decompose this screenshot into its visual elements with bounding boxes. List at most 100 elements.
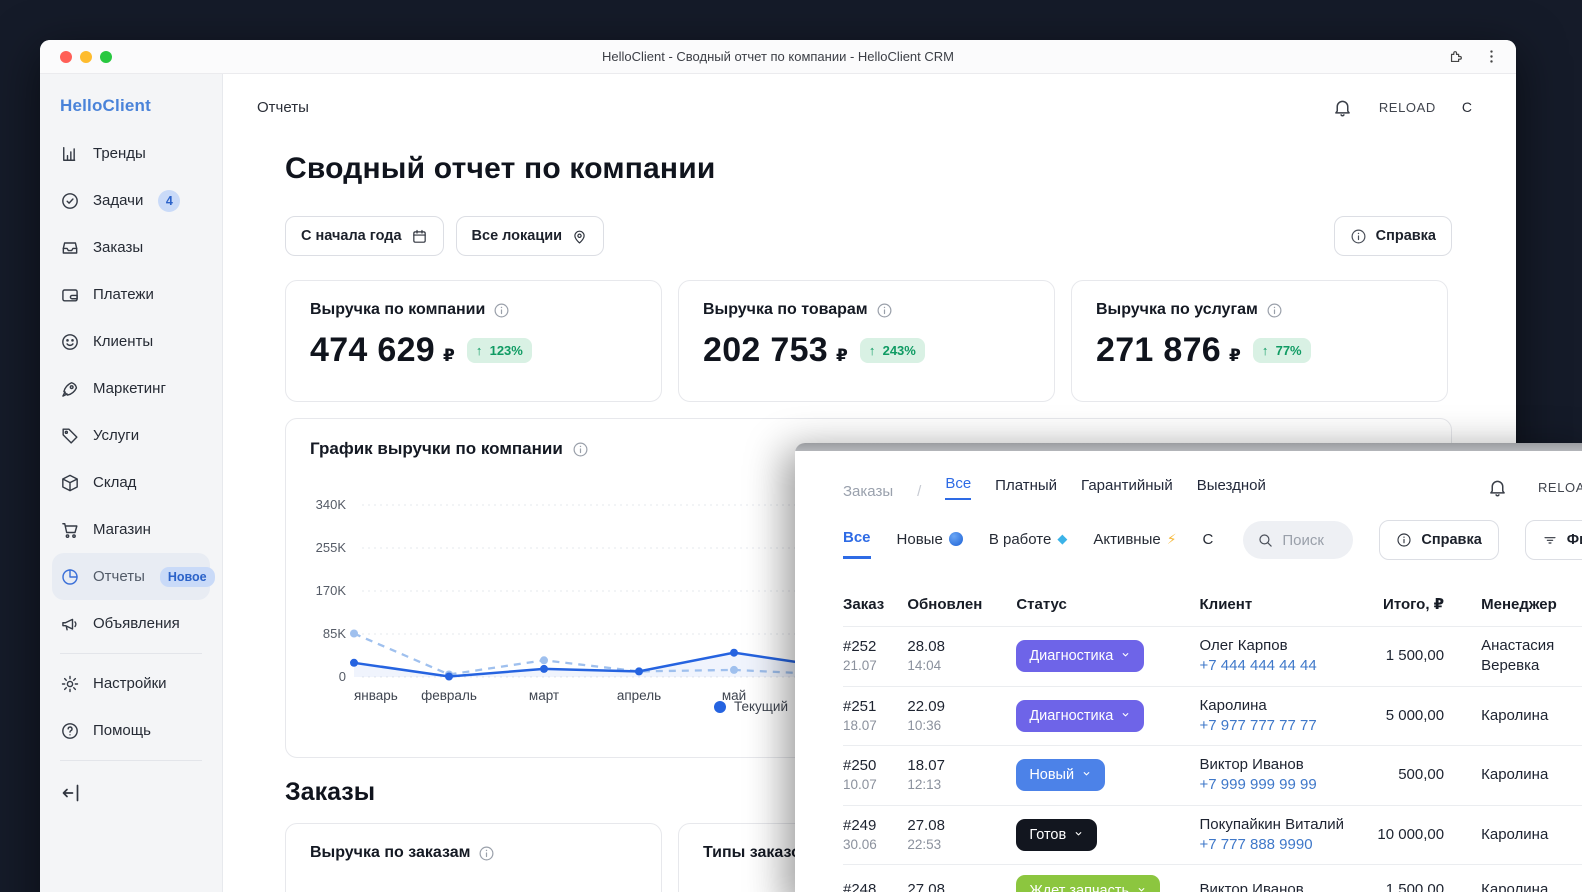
location-pin-icon xyxy=(571,228,588,245)
info-icon[interactable] xyxy=(478,845,495,862)
app-logo[interactable]: HelloClient xyxy=(52,96,210,130)
status-filter-tab-В работе[interactable]: В работе ◆ xyxy=(989,531,1068,558)
clients-icon xyxy=(60,332,80,352)
status-badge[interactable]: Ждет запчасть xyxy=(1016,874,1161,892)
sidebar-item-orders[interactable]: Заказы xyxy=(52,224,210,271)
status-badge[interactable]: Новый xyxy=(1016,759,1106,792)
info-icon[interactable] xyxy=(1266,302,1283,319)
orders-breadcrumb-root[interactable]: Заказы xyxy=(843,483,893,500)
order-total: 10 000,00 xyxy=(1377,825,1445,843)
period-filter-button[interactable]: С начала года xyxy=(285,216,444,256)
stat-title: Выручка по товарам xyxy=(703,301,868,318)
sidebar-item-warehouse[interactable]: Склад xyxy=(52,459,210,506)
sidebar-item-label: Настройки xyxy=(93,675,167,692)
order-row[interactable]: #251 18.07 22.09 10:36 Диагностика Каролин… xyxy=(843,685,1582,746)
column-header[interactable]: Менеджер xyxy=(1481,596,1582,613)
location-filter-button[interactable]: Все локации xyxy=(455,216,605,256)
notifications-bell-icon[interactable] xyxy=(1487,477,1508,498)
client-name: Покупайкин Виталий xyxy=(1199,815,1345,833)
order-row[interactable]: #248 27.08 Ждет запчасть Виктор Иванов 1… xyxy=(843,864,1582,892)
client-name: Виктор Иванов xyxy=(1199,756,1304,773)
breadcrumb-separator: / xyxy=(917,483,922,500)
order-created-date: 30.06 xyxy=(843,836,877,852)
filters-button[interactable]: Фильтры xyxy=(1524,520,1582,560)
sidebar-item-clients[interactable]: Клиенты xyxy=(52,318,210,365)
extensions-icon[interactable] xyxy=(1448,48,1465,65)
status-label: Диагностика xyxy=(1029,648,1114,665)
client-phone[interactable]: +7 777 888 9990 xyxy=(1200,835,1313,855)
sidebar-item-payments[interactable]: Платежи xyxy=(52,271,210,318)
orders-type-tab-Все[interactable]: Все xyxy=(945,475,972,500)
reload-button[interactable]: RELOAD xyxy=(1538,480,1582,495)
order-manager: Каролина xyxy=(1481,706,1549,724)
arrow-up-icon: ↑ xyxy=(868,343,876,358)
status-badge[interactable]: Диагностика xyxy=(1016,699,1145,732)
orders-window-titlebar[interactable] xyxy=(795,443,1582,451)
sidebar-item-services[interactable]: Услуги xyxy=(52,412,210,459)
stat-value: 202 753 xyxy=(703,331,829,369)
status-filter-tab-Новые[interactable]: Новые xyxy=(897,531,963,558)
help-button-label: Справка xyxy=(1421,532,1482,548)
status-badge[interactable]: Диагностика xyxy=(1016,640,1145,673)
status-filter-tab-Активные[interactable]: Активные ⚡ xyxy=(1093,531,1176,558)
search-icon xyxy=(1257,532,1274,549)
orders-table-header: Заказ Обновлен Статус Клиент Итого, ₽ Менедже… xyxy=(843,582,1582,626)
info-icon xyxy=(1350,228,1367,245)
tasks-icon xyxy=(60,191,80,211)
order-created-date: 21.07 xyxy=(843,658,877,674)
column-header[interactable]: Клиент xyxy=(1200,596,1365,613)
chevron-down-icon xyxy=(1136,883,1147,892)
sidebar-item-announcements[interactable]: Объявления xyxy=(52,600,210,647)
status-filter-tab-Все[interactable]: Все xyxy=(843,529,871,559)
sidebar-item-trends[interactable]: Тренды xyxy=(52,130,210,177)
status-filter-tab-С[interactable]: С xyxy=(1203,531,1214,558)
sidebar-item-settings[interactable]: Настройки xyxy=(52,660,210,707)
sidebar-nav: Тренды Задачи 4 Заказы Платежи Клиенты Ма… xyxy=(52,130,215,761)
orders-type-tab-Гарантийный[interactable]: Гарантийный xyxy=(1081,477,1173,500)
order-manager: Каролина xyxy=(1481,881,1549,892)
column-header[interactable]: Заказ xyxy=(843,596,907,613)
breadcrumb: Отчеты xyxy=(257,98,309,116)
info-icon[interactable] xyxy=(493,302,510,319)
order-row[interactable]: #252 21.07 28.08 14:04 Диагностика Олег Ка… xyxy=(843,626,1582,686)
help-button[interactable]: Справка xyxy=(1333,216,1452,256)
column-header[interactable]: Итого, ₽ xyxy=(1365,595,1444,613)
orders-type-tab-Выездной[interactable]: Выездной xyxy=(1197,477,1266,500)
svg-text:0: 0 xyxy=(339,669,346,684)
stat-card: Выручка по компании 474 629 ₽ ↑ 123% xyxy=(285,280,662,402)
client-phone[interactable]: +7 977 777 77 77 xyxy=(1200,716,1317,736)
collapse-sidebar-button[interactable] xyxy=(52,771,92,815)
info-icon[interactable] xyxy=(572,441,589,458)
services-icon xyxy=(60,426,80,446)
info-icon[interactable] xyxy=(876,302,893,319)
sidebar-item-marketing[interactable]: Маркетинг xyxy=(52,365,210,412)
chart-title: График выручки по компании xyxy=(310,439,563,458)
column-header[interactable]: Статус xyxy=(1016,596,1199,613)
svg-text:85K: 85K xyxy=(323,626,346,641)
search-placeholder: Поиск xyxy=(1282,531,1324,549)
order-updated-date: 22.09 xyxy=(907,697,945,715)
avatar[interactable]: C xyxy=(1462,99,1472,115)
reload-button[interactable]: RELOAD xyxy=(1379,100,1436,115)
status-badge[interactable]: Готов xyxy=(1016,818,1098,851)
order-row[interactable]: #249 30.06 27.08 22:53 Готов Покупайкин Ви… xyxy=(843,804,1582,865)
sidebar-item-label: Задачи xyxy=(93,192,144,209)
notifications-bell-icon[interactable] xyxy=(1332,97,1353,118)
orders-type-tab-Платный[interactable]: Платный xyxy=(995,477,1057,500)
client-phone[interactable]: +7 444 444 44 44 xyxy=(1200,656,1317,676)
search-input[interactable]: Поиск xyxy=(1243,521,1354,559)
sidebar-item-help[interactable]: Помощь xyxy=(52,707,210,754)
browser-menu-icon[interactable] xyxy=(1483,48,1500,65)
sidebar-item-shop[interactable]: Магазин xyxy=(52,506,210,553)
sidebar-badge: 4 xyxy=(158,189,181,212)
client-name: Олег Карпов xyxy=(1199,637,1288,654)
column-header[interactable]: Обновлен xyxy=(907,596,1016,613)
stat-card: Выручка по услугам 271 876 ₽ ↑ 77% xyxy=(1071,280,1448,402)
sidebar-item-label: Магазин xyxy=(93,521,151,538)
help-button[interactable]: Справка xyxy=(1379,520,1499,560)
sidebar-item-tasks[interactable]: Задачи 4 xyxy=(52,177,210,224)
client-phone[interactable]: +7 999 999 99 99 xyxy=(1200,775,1317,795)
sidebar-item-reports[interactable]: Отчеты Новое xyxy=(52,553,215,600)
stat-delta-badge: ↑ 77% xyxy=(1252,338,1311,363)
order-row[interactable]: #250 10.07 18.07 12:13 Новый Виктор Иванов… xyxy=(843,745,1582,805)
